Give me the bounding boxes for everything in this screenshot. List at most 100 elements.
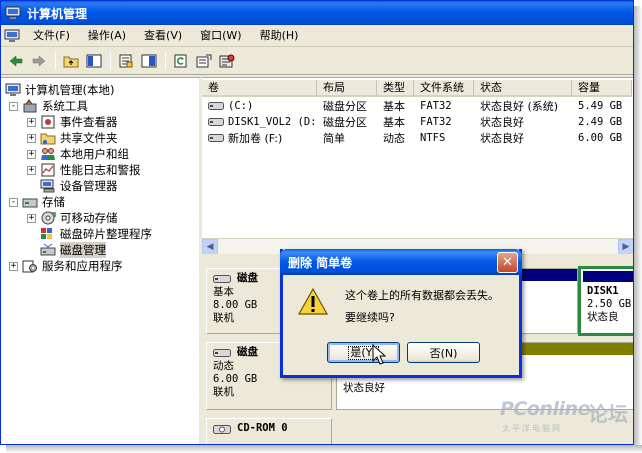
expand-icon[interactable]: + [27,149,36,159]
tree-label: 可移动存储 [60,211,118,225]
disk-management-icon [40,243,56,257]
help-icon[interactable] [138,50,160,72]
disk-state: 联机 [213,386,234,398]
dialog-title-bar[interactable]: 删除 简单卷 ✕ [280,249,522,275]
toolbar-separator [165,51,166,70]
table-row[interactable]: DISK1_VOL2 (D:) 磁盘分区 基本 FAT32 状态良好 2.49 … [202,114,632,130]
forward-arrow-icon[interactable] [28,50,50,72]
tree-item-storage[interactable]: - 存储 [9,194,65,210]
scroll-left-icon[interactable]: ◀ [202,239,218,255]
volume-name: DISK1_VOL2 (D:) [228,116,317,128]
volume-size: 2.50 GB [587,298,632,310]
volume-filesystem: FAT32 [420,116,452,128]
computer-icon [5,83,21,97]
window-title: 计算机管理 [27,6,88,21]
menu-window[interactable]: 窗口(W) [194,26,247,46]
watermark-forum: 论坛 [588,402,628,426]
table-row[interactable]: (C:) 磁盘分区 基本 FAT32 状态良好 (系统) 5.49 GB [202,98,632,114]
volume-type: 基本 [383,116,405,129]
computer-management-icon [5,6,21,20]
tree-item-performance-logs[interactable]: + 性能日志和警报 [27,162,141,178]
disk-icon [213,274,231,284]
expand-icon[interactable]: + [9,261,18,271]
volume-capacity: 2.49 GB [578,116,623,128]
volume-name: 新加卷 (F:) [228,132,283,145]
column-header-layout[interactable]: 布局 [317,80,377,97]
close-icon[interactable]: ✕ [497,252,518,273]
no-button[interactable]: 否(N) [407,342,480,363]
window-shadow-bottom [6,445,642,453]
up-folder-icon[interactable] [60,50,82,72]
tree-item-disk-management[interactable]: 磁盘管理 [40,242,106,258]
collapse-icon[interactable]: - [9,101,18,111]
drive-icon [208,101,224,111]
tree-root-label: 计算机管理(本地) [25,83,115,97]
tree-label: 共享文件夹 [60,131,118,145]
column-header-type[interactable]: 类型 [377,80,414,97]
volume-status: 状态良 [587,311,619,323]
collapse-icon[interactable]: - [9,197,18,207]
cdrom-label[interactable]: CD-ROM 0 [206,418,332,444]
tree-item-local-users[interactable]: + 本地用户和组 [27,146,129,162]
menu-bar: 文件(F) 操作(A) 查看(V) 窗口(W) 帮助(H) [1,25,633,47]
tree-label: 磁盘碎片整理程序 [60,227,152,241]
delete-volume-dialog: 删除 简单卷 ✕ 这个卷上的所有数据都会丢失。 要继续吗? 是(Y) 否(N) [280,249,522,378]
menu-help[interactable]: 帮助(H) [254,26,305,46]
volume-status: 状态良好 [480,116,524,129]
watermark-subtitle: 太平洋电脑网 [502,424,562,433]
settings-icon[interactable] [216,50,238,72]
event-viewer-icon [40,115,56,129]
drive-icon [208,133,224,143]
disk-0-partition-d[interactable]: DISK1 2.50 GB 状态良 [578,266,633,336]
tree-item-disk-defragmenter[interactable]: 磁盘碎片整理程序 [40,226,152,242]
tree-item-system-tools[interactable]: - 系统工具 [9,98,88,114]
mouse-cursor-icon [372,343,388,368]
volume-status: 状态良好 [480,132,524,145]
dialog-message-line1: 这个卷上的所有数据都会丢失。 [345,289,499,302]
menu-view[interactable]: 查看(V) [138,26,188,46]
refresh-icon[interactable] [170,50,192,72]
tools-icon [22,99,38,113]
tree-item-services-applications[interactable]: + 服务和应用程序 [9,258,123,274]
tree-item-removable-storage[interactable]: + 可移动存储 [27,210,118,226]
column-header-filesystem[interactable]: 文件系统 [414,80,474,97]
volume-capacity: 6.00 GB [578,132,623,144]
back-arrow-icon[interactable] [5,50,27,72]
column-header-volume[interactable]: 卷 [202,80,317,97]
tree-item-device-manager[interactable]: 设备管理器 [40,178,118,194]
removable-storage-icon [40,211,56,225]
tree-label: 本地用户和组 [60,147,129,161]
volume-status: 状态良好 (系统) [480,100,559,113]
expand-icon[interactable]: + [27,133,36,143]
tree-label: 系统工具 [42,99,88,113]
drive-icon [208,117,224,127]
expand-icon[interactable]: + [27,213,36,223]
table-row[interactable]: 新加卷 (F:) 简单 动态 NTFS 状态良好 6.00 GB [202,130,632,146]
defragmenter-icon [40,227,56,241]
volume-capacity: 5.49 GB [578,100,623,112]
expand-icon[interactable]: + [27,165,36,175]
expand-icon[interactable]: + [27,117,36,127]
watermark-brand: PConline [500,398,590,420]
title-bar[interactable]: 计算机管理 [1,1,633,25]
volume-layout: 简单 [323,132,345,145]
dialog-body: 这个卷上的所有数据都会丢失。 要继续吗? 是(Y) 否(N) [283,275,519,375]
dialog-message-line2: 要继续吗? [345,311,395,324]
tree-root[interactable]: 计算机管理(本地) [5,82,114,98]
volume-status: 状态良好 [343,382,385,394]
column-header-capacity[interactable]: 容量 [572,80,632,97]
system-menu-icon[interactable] [3,28,21,44]
scroll-right-icon[interactable]: ▶ [618,239,633,255]
window-shadow-right [634,6,642,453]
tree-item-event-viewer[interactable]: + 事件查看器 [27,114,118,130]
computer-management-window: 计算机管理 文件(F) 操作(A) 查看(V) 窗口(W) 帮助(H) 计算机管… [0,0,634,445]
properties-icon[interactable] [115,50,137,72]
tree-item-shared-folders[interactable]: + 共享文件夹 [27,130,118,146]
export-list-icon[interactable] [193,50,215,72]
column-header-status[interactable]: 状态 [474,80,572,97]
yes-button[interactable]: 是(Y) [327,342,400,363]
menu-action[interactable]: 操作(A) [82,26,132,46]
menu-file[interactable]: 文件(F) [27,26,76,46]
device-manager-icon [40,179,56,193]
show-hide-tree-icon[interactable] [83,50,105,72]
